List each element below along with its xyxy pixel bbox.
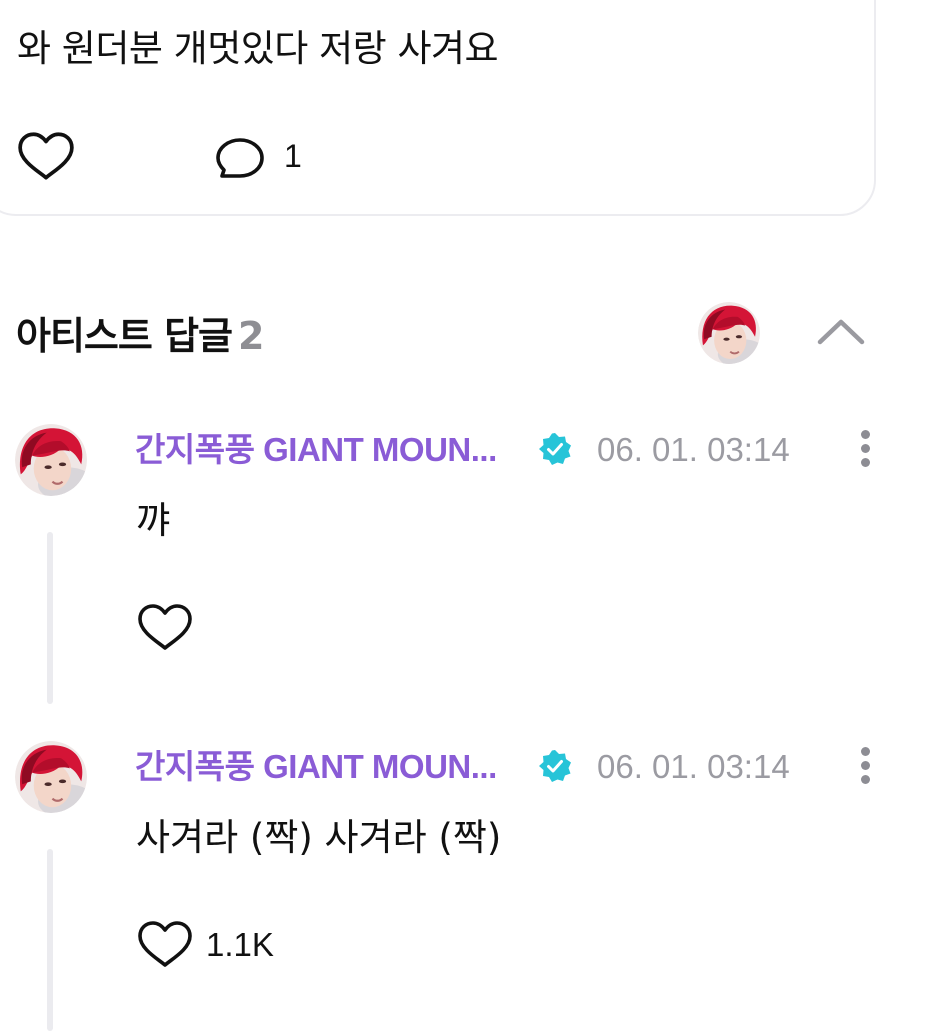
reply-timestamp: 06. 01. 03:14 <box>597 748 790 785</box>
reply-author[interactable]: 간지폭풍 GIANT MOUN... <box>135 747 497 787</box>
heart-icon[interactable] <box>136 602 194 654</box>
more-options-icon[interactable] <box>852 743 878 789</box>
speech-bubble-icon[interactable] <box>216 136 268 182</box>
post-card: 와 원더분 개멋있다 저랑 사겨요 1 <box>0 0 876 216</box>
section-title: 아티스트 답글 <box>16 314 233 358</box>
reply-text: 사겨라 (짝) 사겨라 (짝) <box>136 816 502 859</box>
thread-line <box>47 849 53 1031</box>
artist-reply: 간지폭풍 GIANT MOUN... 06. 01. 03:14 꺄 <box>0 418 927 718</box>
more-options-icon[interactable] <box>852 426 878 472</box>
heart-icon[interactable] <box>136 919 194 971</box>
reply-author[interactable]: 간지폭풍 GIANT MOUN... <box>135 430 497 470</box>
artist-replies-header: 아티스트 답글 2 <box>16 312 264 360</box>
avatar[interactable] <box>15 424 87 496</box>
verified-badge-icon <box>539 750 571 782</box>
avatar[interactable] <box>15 741 87 813</box>
chevron-up-icon[interactable] <box>814 312 868 352</box>
thread-line <box>47 532 53 704</box>
post-text: 와 원더분 개멋있다 저랑 사겨요 <box>17 27 499 70</box>
reply-timestamp: 06. 01. 03:14 <box>597 431 790 468</box>
like-count: 1.1K <box>206 926 274 963</box>
artist-reply: 간지폭풍 GIANT MOUN... 06. 01. 03:14 사겨라 (짝)… <box>0 735 927 1031</box>
heart-icon[interactable] <box>16 130 76 184</box>
reply-text: 꺄 <box>136 499 171 542</box>
section-count: 2 <box>238 314 264 358</box>
reply-count: 1 <box>284 138 302 174</box>
verified-badge-icon <box>539 433 571 465</box>
artist-avatar[interactable] <box>698 302 760 364</box>
